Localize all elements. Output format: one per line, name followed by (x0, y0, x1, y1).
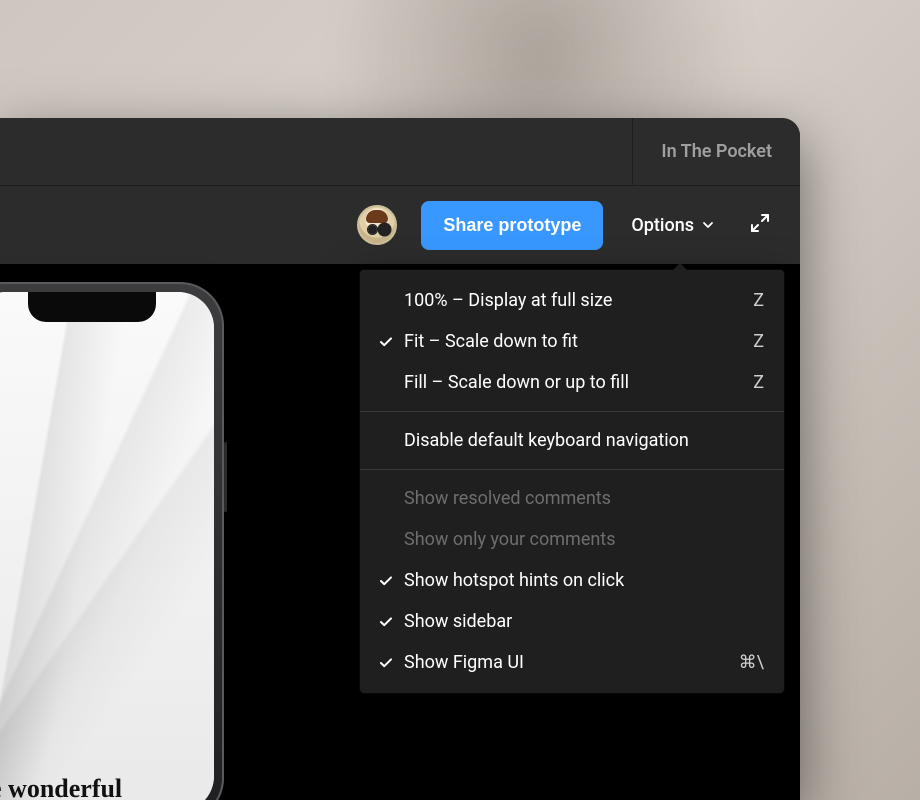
share-prototype-button[interactable]: Share prototype (421, 201, 603, 250)
options-label: Options (631, 215, 694, 236)
menu-item-shortcut: ⌘\ (739, 652, 764, 673)
options-menu: 100% – Display at full sizeZFit – Scale … (360, 270, 784, 693)
check-icon (374, 332, 398, 352)
check-icon (374, 530, 398, 550)
check-icon (374, 489, 398, 509)
menu-item[interactable]: 100% – Display at full size Z (360, 280, 784, 321)
menu-item[interactable]: Show sidebar (360, 601, 784, 642)
menu-item-label: Disable default keyboard navigation (404, 430, 764, 451)
toolbar: Share prototype Options (0, 186, 800, 264)
options-dropdown-button[interactable]: Options (627, 209, 718, 242)
prototype-caption-fragment: e wonderful (0, 774, 122, 800)
titlebar: In The Pocket (0, 118, 800, 186)
device-notch (28, 292, 156, 322)
menu-item-shortcut: Z (753, 290, 764, 311)
menu-item-shortcut: Z (753, 331, 764, 352)
menu-item-label: Show resolved comments (404, 488, 764, 509)
check-icon (374, 653, 398, 673)
menu-item-label: Show only your comments (404, 529, 764, 550)
device-screen[interactable] (0, 292, 214, 800)
check-icon (374, 571, 398, 591)
chevron-down-icon (702, 219, 714, 231)
menu-item[interactable]: Show Figma UI ⌘\ (360, 642, 784, 683)
menu-item[interactable]: Fit – Scale down to fit Z (360, 321, 784, 362)
user-avatar[interactable] (357, 205, 397, 245)
check-icon (374, 373, 398, 393)
menu-item: Show only your comments (360, 519, 784, 560)
fullscreen-button[interactable] (742, 207, 778, 243)
menu-item-label: Show hotspot hints on click (404, 570, 764, 591)
menu-item-label: Show Figma UI (404, 652, 721, 673)
menu-item-shortcut: Z (753, 372, 764, 393)
menu-item-label: Fill – Scale down or up to fill (404, 372, 735, 393)
menu-item[interactable]: Show hotspot hints on click (360, 560, 784, 601)
team-name[interactable]: In The Pocket (632, 118, 800, 185)
menu-item-label: 100% – Display at full size (404, 290, 735, 311)
menu-item[interactable]: Fill – Scale down or up to fill Z (360, 362, 784, 403)
menu-separator (360, 469, 784, 470)
check-icon (374, 431, 398, 451)
check-icon (374, 291, 398, 311)
menu-item: Show resolved comments (360, 478, 784, 519)
device-frame (0, 282, 224, 800)
menu-item-label: Show sidebar (404, 611, 764, 632)
menu-separator (360, 411, 784, 412)
check-icon (374, 612, 398, 632)
menu-item[interactable]: Disable default keyboard navigation (360, 420, 784, 461)
menu-item-label: Fit – Scale down to fit (404, 331, 735, 352)
expand-icon (749, 212, 771, 238)
app-window: In The Pocket Share prototype Options (0, 118, 800, 800)
